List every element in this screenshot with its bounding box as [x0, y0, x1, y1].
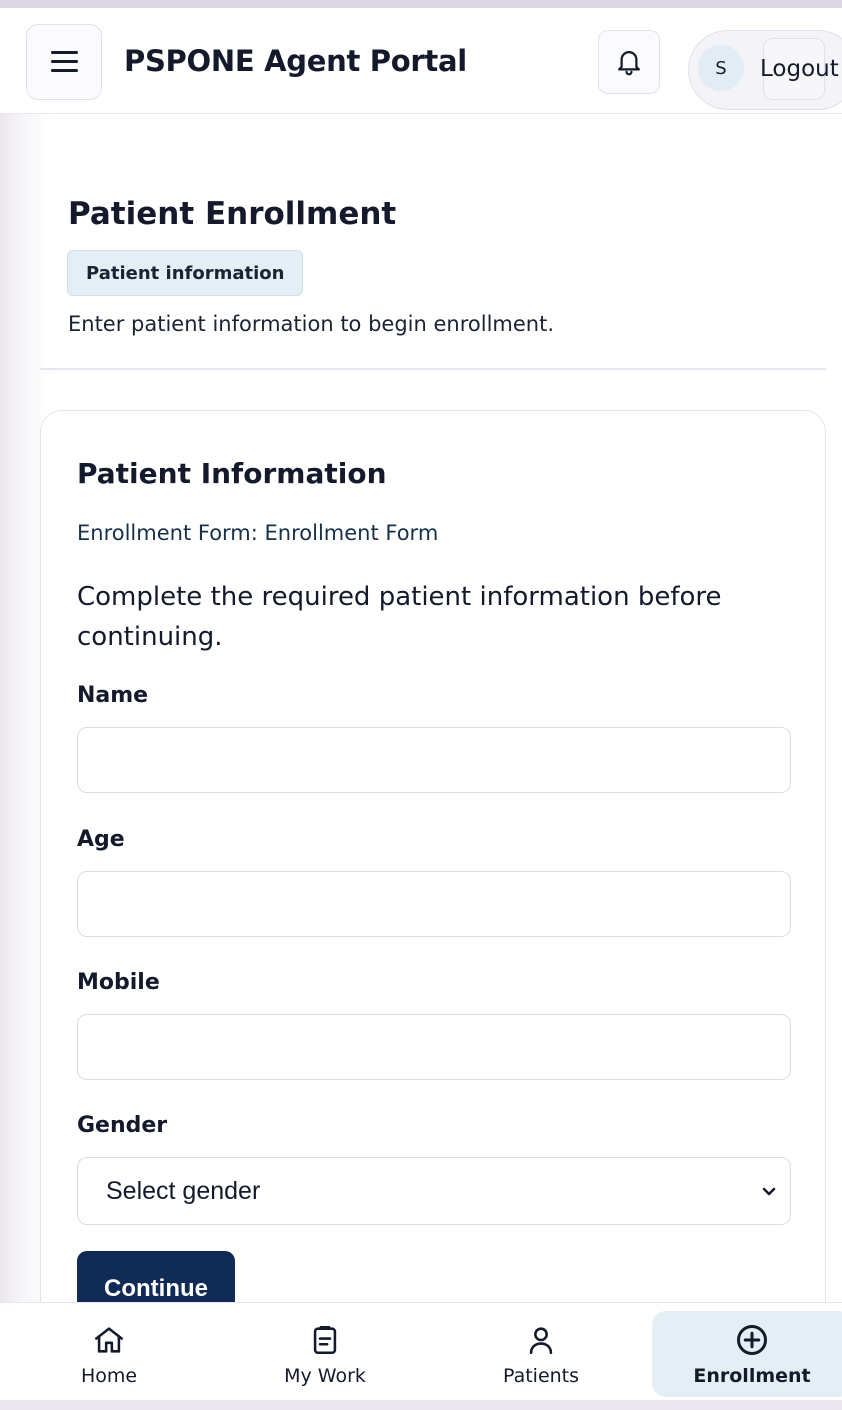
- page-title: Patient Enrollment: [68, 196, 397, 232]
- home-icon: [92, 1323, 126, 1357]
- gender-select-value: Select gender: [106, 1176, 261, 1205]
- chevron-down-icon: [762, 1187, 776, 1196]
- bell-icon: [618, 51, 640, 76]
- form-name-label: Enrollment Form: Enrollment Form: [77, 521, 439, 545]
- patient-information-card: Patient Information Enrollment Form: Enr…: [40, 410, 826, 1370]
- page-subtitle: Enter patient information to begin enrol…: [68, 312, 554, 336]
- top-header: PSPONE Agent Portal S Logout: [0, 8, 842, 114]
- notifications-button[interactable]: [598, 30, 660, 94]
- age-label: Age: [77, 827, 125, 852]
- card-title: Patient Information: [77, 457, 387, 490]
- nav-label-my-work: My Work: [284, 1365, 366, 1387]
- nav-item-enrollment[interactable]: Enrollment: [652, 1311, 842, 1397]
- step-badge: Patient information: [67, 250, 304, 296]
- app-title: PSPONE Agent Portal: [124, 44, 467, 78]
- avatar[interactable]: S: [698, 45, 744, 91]
- bottom-navigation: Home My Work Patients Enrollment: [0, 1302, 842, 1400]
- nav-label-home: Home: [80, 1365, 138, 1387]
- name-label: Name: [77, 683, 149, 708]
- nav-item-patients[interactable]: Patients: [446, 1303, 636, 1401]
- nav-label-enrollment: Enrollment: [693, 1365, 811, 1387]
- window-bottom-strip: [0, 1400, 842, 1410]
- clipboard-icon: [308, 1323, 342, 1357]
- section-divider: [40, 368, 826, 370]
- logout-button[interactable]: Logout: [760, 38, 839, 100]
- user-menu: S Logout: [688, 30, 842, 110]
- person-icon: [524, 1323, 558, 1357]
- gender-label: Gender: [77, 1113, 168, 1138]
- logout-label: Logout: [760, 56, 839, 82]
- gender-select[interactable]: Select gender: [77, 1157, 791, 1225]
- nav-label-patients: Patients: [502, 1365, 580, 1387]
- hamburger-menu-icon: [50, 51, 78, 73]
- plus-circle-icon: [734, 1323, 770, 1357]
- nav-item-my-work[interactable]: My Work: [230, 1303, 420, 1401]
- window-top-strip: [0, 0, 842, 8]
- name-input[interactable]: [77, 727, 791, 793]
- app-frame: PSPONE Agent Portal S Logout Patient Enr…: [0, 0, 842, 1410]
- menu-button[interactable]: [26, 24, 102, 100]
- mobile-input[interactable]: [77, 1014, 791, 1080]
- card-description: Complete the required patient informatio…: [77, 582, 722, 652]
- mobile-label: Mobile: [77, 970, 160, 995]
- age-input[interactable]: [77, 871, 791, 937]
- nav-item-home[interactable]: Home: [14, 1303, 204, 1401]
